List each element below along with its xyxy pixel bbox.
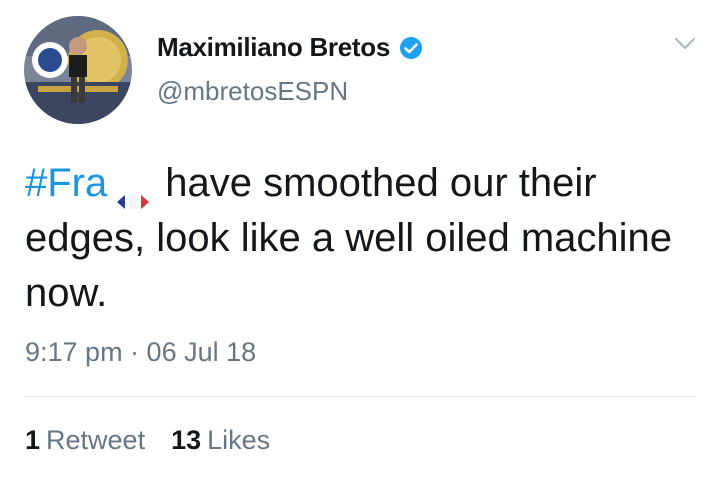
hashtag-link[interactable]: #Fra xyxy=(25,161,107,205)
likes-count: 13 xyxy=(171,425,202,455)
chevron-down-icon[interactable] xyxy=(674,36,696,52)
retweet-stat[interactable]: 1 Retweet xyxy=(25,425,145,456)
likes-stat[interactable]: 13 Likes xyxy=(171,425,270,456)
tweet-stats: 1 Retweet 13 Likes xyxy=(25,425,270,456)
tweet-text: #Fra have smoothed our their edges, look … xyxy=(25,156,705,321)
author-display-name[interactable]: Maximiliano Bretos xyxy=(157,32,390,63)
retweet-label: Retweet xyxy=(46,425,146,455)
divider xyxy=(25,396,696,397)
tweet-timestamp[interactable]: 9:17 pm · 06 Jul 18 xyxy=(25,337,256,368)
author-handle[interactable]: @mbretosESPN xyxy=(157,76,348,107)
avatar[interactable] xyxy=(24,16,132,124)
retweet-count: 1 xyxy=(25,425,41,455)
france-flag-icon xyxy=(115,172,151,210)
profile-photo-icon xyxy=(24,16,132,124)
verified-badge-icon xyxy=(399,36,423,60)
author-name-row[interactable]: Maximiliano Bretos xyxy=(157,32,423,63)
likes-label: Likes xyxy=(207,425,271,455)
